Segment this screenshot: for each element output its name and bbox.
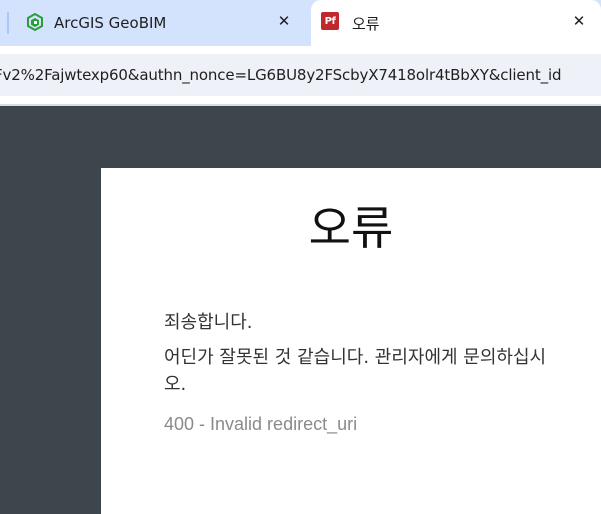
close-icon[interactable]: ✕	[570, 12, 588, 30]
pf-logo-icon: Pf	[321, 12, 339, 30]
tab-title: 오류	[352, 15, 380, 33]
error-apology: 죄송합니다.	[164, 312, 253, 333]
tab-title: ArcGIS GeoBIM	[54, 14, 167, 32]
error-message: 어딘가 잘못된 것 같습니다. 관리자에게 문의하십시오.	[164, 347, 547, 395]
url-text[interactable]: Fv2%2Fajwtexp60&authn_nonce=LG6BU8y2FScb…	[0, 66, 561, 84]
error-card: 오류 죄송합니다. 어딘가 잘못된 것 같습니다. 관리자에게 문의하십시오. …	[101, 168, 601, 514]
page-viewport: 오류 죄송합니다. 어딘가 잘못된 것 같습니다. 관리자에게 문의하십시오. …	[0, 106, 601, 514]
page-title: 오류	[308, 201, 394, 255]
address-bar[interactable]: Fv2%2Fajwtexp60&authn_nonce=LG6BU8y2FScb…	[0, 54, 601, 96]
tabstrip-edge	[7, 12, 9, 34]
tab-arcgis-geobim[interactable]: ArcGIS GeoBIM ✕	[14, 0, 304, 46]
close-icon[interactable]: ✕	[275, 12, 293, 30]
browser-tabstrip: ArcGIS GeoBIM ✕ Pf 오류 ✕	[0, 0, 601, 54]
error-code: 400 - Invalid redirect_uri	[164, 414, 358, 434]
browser-toolbar: Fv2%2Fajwtexp60&authn_nonce=LG6BU8y2FScb…	[0, 46, 601, 104]
geobim-logo-icon	[26, 12, 44, 32]
